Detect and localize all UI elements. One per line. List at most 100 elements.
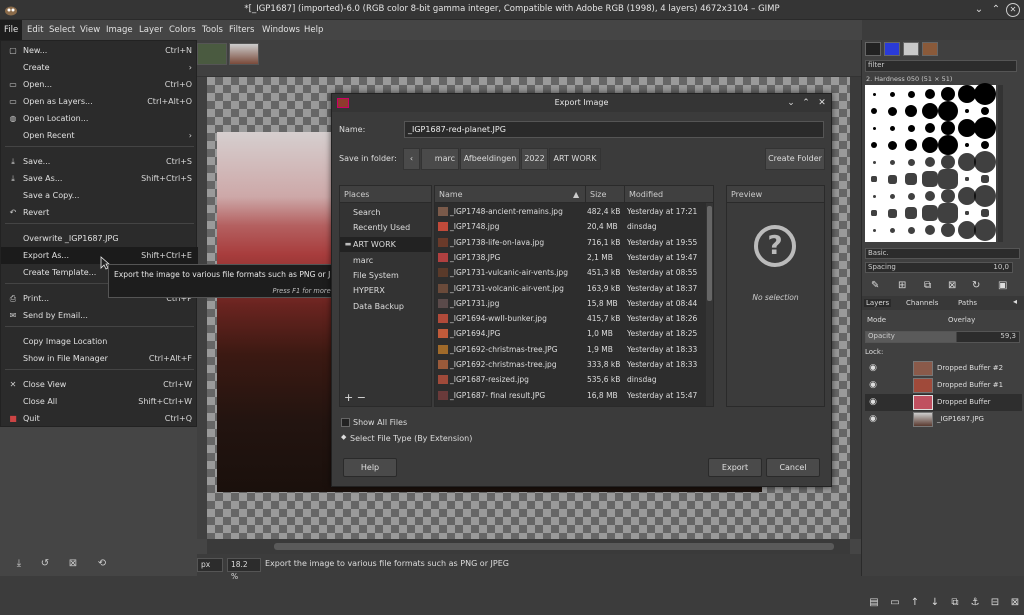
menu-item-close-all[interactable]: Close All Shift+Ctrl+W — [1, 393, 198, 410]
menu-item-quit[interactable]: ■ Quit Ctrl+Q — [1, 410, 198, 427]
place-file-system[interactable]: File System — [340, 268, 431, 283]
layer-row[interactable]: ◉ _IGP1687.JPG — [865, 411, 1022, 428]
file-row[interactable]: _IGP1738-life-on-lava.jpg 716,1 kB Yesterd… — [435, 235, 705, 250]
file-row[interactable]: _IGP1748-ancient-remains.jpg 482,4 kB Yest… — [435, 204, 705, 219]
brush-swatch[interactable] — [924, 191, 935, 201]
brush-swatch[interactable] — [907, 226, 915, 234]
breadcrumb-2022[interactable]: 2022 — [521, 148, 548, 170]
menu-image[interactable]: Image — [106, 20, 133, 40]
brush-swatch[interactable] — [921, 171, 938, 187]
brush-swatch[interactable] — [941, 223, 955, 237]
place-recently-used[interactable]: Recently Used — [340, 220, 431, 235]
file-row[interactable]: _IGP1748.jpg 20,4 MB dinsdag — [435, 219, 705, 234]
brush-swatch[interactable] — [888, 106, 897, 116]
new-group-icon[interactable]: ▭ — [888, 597, 902, 608]
zoom-select[interactable]: 18.2 % — [227, 558, 261, 581]
menu-item-save-as[interactable]: ⤓ Save As... Shift+Ctrl+S — [1, 170, 198, 187]
brush-swatch[interactable] — [872, 160, 876, 164]
tab-channels[interactable]: Channels — [906, 299, 938, 307]
add-place-icon[interactable]: + — [344, 391, 353, 404]
dialog-close-icon[interactable]: ✕ — [815, 96, 829, 110]
brush-swatch[interactable] — [957, 85, 976, 103]
menu-item-save[interactable]: ⤓ Save... Ctrl+S — [1, 153, 198, 170]
brush-swatch[interactable] — [964, 109, 969, 113]
breadcrumb-marc[interactable]: marc — [421, 148, 459, 170]
menu-item-show-in-manager[interactable]: Show in File Manager Ctrl+Alt+F — [1, 350, 198, 367]
brush-swatch[interactable] — [938, 169, 958, 189]
brush-swatch[interactable] — [888, 208, 897, 218]
fonts-tab[interactable] — [903, 42, 919, 56]
brush-swatch[interactable] — [974, 117, 996, 139]
export-button[interactable]: Export — [708, 458, 762, 477]
brush-swatch[interactable] — [871, 176, 877, 182]
brush-swatch[interactable] — [924, 123, 935, 133]
file-row[interactable]: _IGP1692-christmas-tree.JPG 1,9 MB Yesterd… — [435, 342, 705, 357]
eye-icon[interactable]: ◉ — [868, 377, 878, 394]
unit-select[interactable]: px — [197, 558, 223, 572]
brush-swatch[interactable] — [938, 135, 958, 155]
cancel-button[interactable]: Cancel — [766, 458, 820, 477]
menu-item-open-location[interactable]: ◍ Open Location... — [1, 110, 198, 127]
tab-layers[interactable]: Layers — [864, 299, 892, 307]
vertical-scrollbar[interactable] — [850, 77, 861, 539]
minimize-icon[interactable]: ⌄ — [972, 3, 986, 17]
file-row[interactable]: _IGP1694.JPG 1,0 MB Yesterday at 18:25 — [435, 326, 705, 341]
brush-swatch[interactable] — [871, 108, 877, 114]
edit-brush-icon[interactable]: ✎ — [871, 280, 879, 291]
file-list-scrollbar[interactable] — [706, 203, 713, 406]
brush-swatch[interactable] — [872, 194, 876, 198]
column-name[interactable]: Name — [439, 186, 463, 203]
brush-swatch[interactable] — [890, 91, 895, 97]
file-row[interactable]: _IGP1731-vulcanic-air-vents.jpg 451,3 kB Y… — [435, 265, 705, 280]
menu-item-new[interactable]: ▢ New... Ctrl+N — [1, 42, 198, 59]
filename-input[interactable]: _IGP1687-red-planet.JPG — [404, 121, 824, 138]
opacity-slider[interactable]: Opacity 59,3 — [865, 331, 1020, 343]
brush-swatch[interactable] — [921, 103, 938, 119]
menu-colors[interactable]: Colors — [169, 20, 196, 40]
menu-item-create[interactable]: Create › — [1, 59, 198, 76]
brush-swatch[interactable] — [974, 83, 996, 105]
brush-swatch[interactable] — [941, 87, 955, 101]
place-marc[interactable]: marc — [340, 253, 431, 268]
delete-brush-icon[interactable]: ⊠ — [948, 280, 956, 291]
brush-swatch[interactable] — [981, 107, 989, 115]
brush-swatch[interactable] — [941, 121, 955, 135]
column-size[interactable]: Size — [585, 186, 606, 203]
dialog-minimize-icon[interactable]: ⌄ — [784, 96, 798, 110]
anchor-layer-icon[interactable]: ⚓ — [968, 597, 982, 608]
delete-tool-options-icon[interactable]: ⊠ — [66, 558, 80, 569]
brush-swatch[interactable] — [921, 137, 938, 153]
breadcrumb-afbeeldingen[interactable]: Afbeeldingen — [460, 148, 520, 170]
brush-swatch[interactable] — [957, 119, 976, 137]
place-hyperx[interactable]: HYPERX — [340, 283, 431, 298]
brush-swatch[interactable] — [888, 174, 897, 184]
brush-swatch[interactable] — [941, 189, 955, 203]
menu-view[interactable]: View — [80, 20, 100, 40]
image-tab-thumbnail[interactable] — [229, 43, 259, 65]
select-file-type-expander[interactable]: Select File Type (By Extension) — [350, 434, 472, 443]
menu-item-save-copy[interactable]: Save a Copy... — [1, 187, 198, 204]
brush-swatch[interactable] — [964, 177, 969, 181]
save-tool-options-icon[interactable]: ⤓ — [12, 558, 26, 569]
brush-swatch[interactable] — [924, 89, 935, 99]
brush-swatch[interactable] — [907, 158, 915, 166]
duplicate-layer-icon[interactable]: ⧉ — [948, 597, 962, 608]
image-tab-thumbnail[interactable] — [197, 43, 227, 65]
brush-swatch[interactable] — [905, 173, 917, 185]
eye-icon[interactable]: ◉ — [868, 360, 878, 377]
brush-swatch[interactable] — [921, 205, 938, 221]
brush-swatch[interactable] — [938, 203, 958, 223]
menu-item-open-recent[interactable]: Open Recent › — [1, 127, 198, 144]
brush-swatch[interactable] — [905, 207, 917, 219]
expander-icon[interactable]: ◆ — [341, 433, 346, 441]
brush-swatch[interactable] — [964, 143, 969, 147]
brush-swatch[interactable] — [981, 209, 989, 217]
brush-swatch[interactable] — [924, 225, 935, 235]
brush-swatch[interactable] — [872, 126, 876, 130]
place-data-backup[interactable]: Data Backup — [340, 299, 431, 314]
eye-icon[interactable]: ◉ — [868, 411, 878, 428]
brush-filter-input[interactable]: filter — [865, 60, 1017, 72]
create-folder-button[interactable]: Create Folder — [765, 148, 825, 170]
patterns-tab[interactable] — [884, 42, 900, 56]
brush-swatch[interactable] — [964, 211, 969, 215]
